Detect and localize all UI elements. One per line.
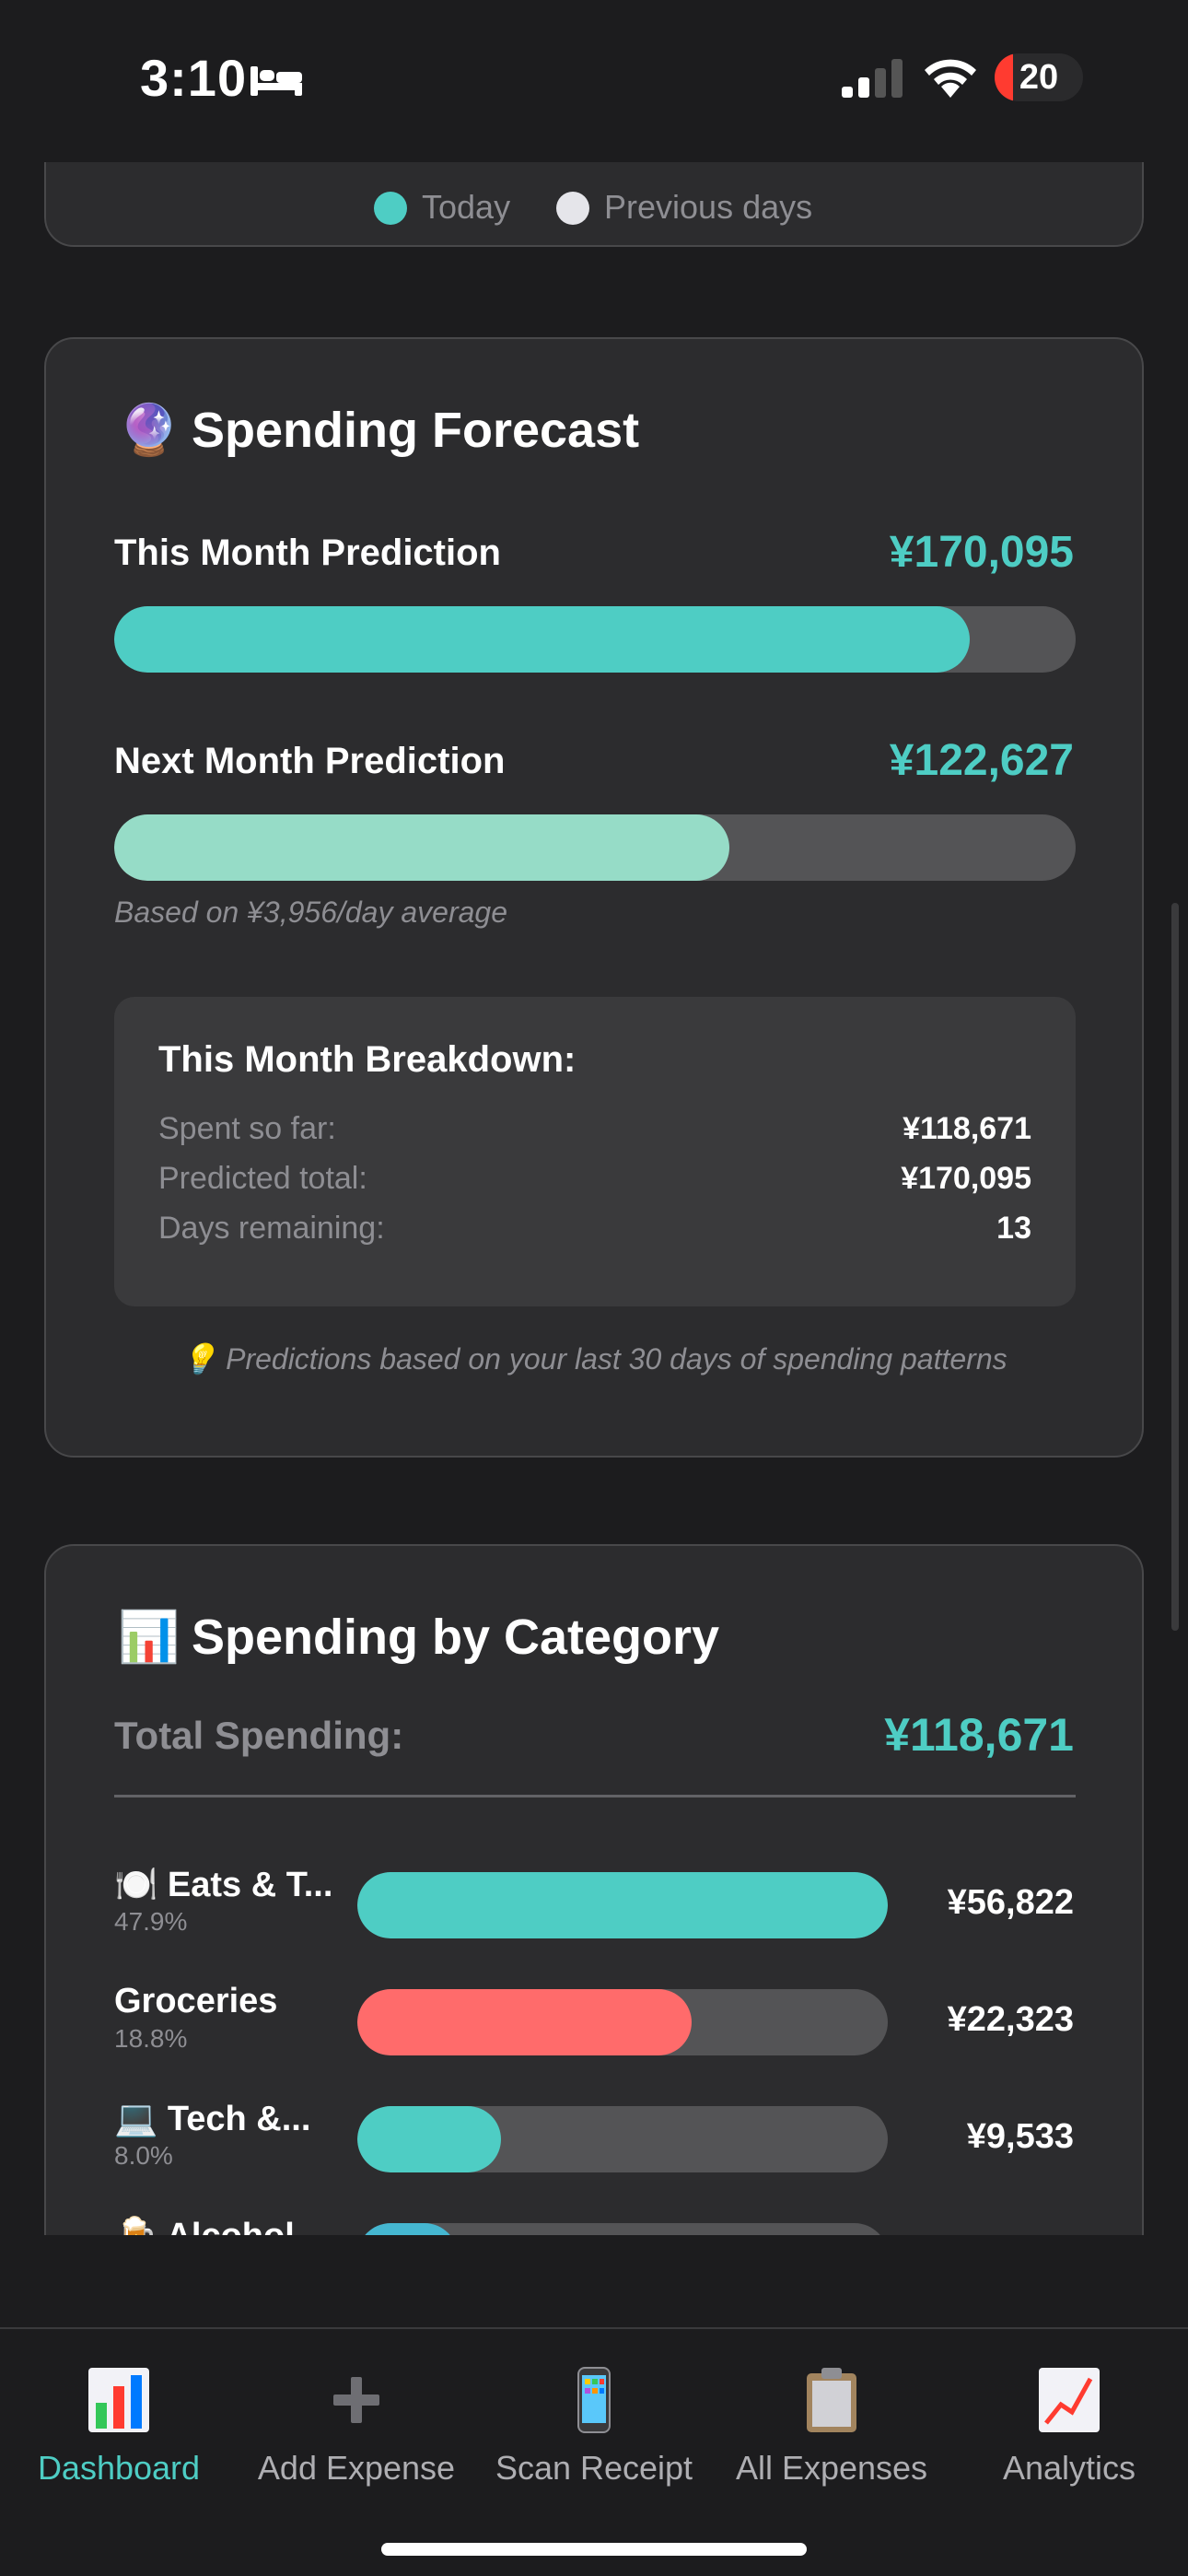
tab-scan-receipt[interactable]: Scan Receipt <box>475 2366 713 2532</box>
prediction-tip: 💡 Predictions based on your last 30 days… <box>181 1342 1007 1376</box>
battery-indicator: 20 <box>995 53 1083 101</box>
forecast-title: 🔮 Spending Forecast <box>118 402 639 460</box>
tab-all-expenses[interactable]: All Expenses <box>713 2366 950 2532</box>
next-month-progress-fill <box>114 814 730 881</box>
crystal-ball-icon: 🔮 <box>118 403 181 458</box>
category-amount: ¥22,323 <box>947 2000 1074 2039</box>
days-remaining-value: 13 <box>996 1211 1031 1246</box>
category-title: 📊 Spending by Category <box>118 1609 719 1667</box>
category-percent: 47.9% <box>114 1907 188 1936</box>
category-row-tech[interactable]: 💻 Tech &... 8.0% ¥9,533 <box>46 2099 1142 2182</box>
days-remaining-label: Days remaining: <box>158 1211 385 1246</box>
category-bar-fill <box>357 1872 888 1938</box>
status-bar: 3:10 20 <box>0 0 1188 162</box>
category-bar-fill <box>357 2106 501 2172</box>
category-name: 💻 Tech &... <box>114 2100 311 2138</box>
category-row-eats[interactable]: 🍽️ Eats & T... 47.9% ¥56,822 <box>46 1865 1142 1948</box>
this-month-progress-fill <box>114 606 971 673</box>
clipboard-icon <box>807 2368 856 2432</box>
category-bar <box>357 1872 888 1938</box>
status-time: 3:10 <box>140 49 248 107</box>
category-bar <box>357 2106 888 2172</box>
tab-label: Analytics <box>1002 2449 1136 2487</box>
legend-previous-label: Previous days <box>604 188 813 226</box>
battery-percentage: 20 <box>1019 58 1059 97</box>
tab-analytics[interactable]: Analytics <box>950 2366 1188 2532</box>
this-month-progress-bar <box>114 606 1076 673</box>
tab-label: Add Expense <box>257 2449 456 2487</box>
forecast-title-text: Spending Forecast <box>192 403 640 458</box>
category-name: 🍺 Alcohol <box>114 2216 295 2235</box>
sleep-bed-icon <box>250 66 302 96</box>
daily-spending-card: Today Previous days <box>44 162 1144 247</box>
category-name: Groceries <box>114 1982 278 2020</box>
bar-chart-emoji-icon: 📊 <box>118 1610 181 1665</box>
legend-today-dot <box>374 192 407 225</box>
total-spending-label: Total Spending: <box>114 1714 404 1757</box>
phone-icon <box>577 2367 611 2433</box>
plus-icon <box>333 2377 379 2423</box>
daily-average-note: Based on ¥3,956/day average <box>114 896 507 929</box>
breakdown-title: This Month Breakdown: <box>158 1039 577 1080</box>
category-bar <box>357 2223 888 2235</box>
category-bar <box>357 1989 888 2055</box>
next-month-prediction-value: ¥122,627 <box>889 736 1074 785</box>
tab-label: All Expenses <box>735 2449 928 2487</box>
home-indicator[interactable] <box>381 2543 807 2556</box>
category-bar-fill <box>357 1989 692 2055</box>
tab-dashboard[interactable]: Dashboard <box>0 2366 238 2532</box>
dashboard-scroll-view[interactable]: Today Previous days 🔮 Spending Forecast T… <box>0 162 1188 2235</box>
bottom-tab-bar: Dashboard Add Expense Scan Receipt All E… <box>0 2327 1188 2576</box>
trend-chart-icon <box>1039 2368 1100 2432</box>
category-amount: ¥9,533 <box>966 2117 1074 2156</box>
category-row-alcohol[interactable]: 🍺 Alcohol <box>46 2216 1142 2235</box>
category-title-text: Spending by Category <box>192 1610 720 1665</box>
cellular-signal-icon <box>842 59 903 98</box>
legend-today-label: Today <box>422 188 511 226</box>
predicted-total-value: ¥170,095 <box>901 1161 1031 1196</box>
this-month-prediction-value: ¥170,095 <box>889 528 1074 577</box>
month-breakdown-panel: This Month Breakdown: Spent so far: ¥118… <box>114 997 1076 1306</box>
spending-forecast-card: 🔮 Spending Forecast This Month Prediction… <box>44 337 1144 1458</box>
category-amount: ¥56,822 <box>947 1883 1074 1922</box>
legend-previous-dot <box>556 192 589 225</box>
total-divider <box>114 1795 1076 1797</box>
category-bar-fill <box>357 2223 459 2235</box>
predicted-total-label: Predicted total: <box>158 1161 367 1196</box>
tab-label: Scan Receipt <box>495 2449 693 2487</box>
next-month-prediction-label: Next Month Prediction <box>114 741 506 781</box>
tab-label: Dashboard <box>37 2449 201 2487</box>
spent-so-far-label: Spent so far: <box>158 1111 336 1146</box>
total-spending-value: ¥118,671 <box>884 1709 1074 1761</box>
tab-add-expense[interactable]: Add Expense <box>238 2366 475 2532</box>
category-name: 🍽️ Eats & T... <box>114 1866 333 1904</box>
this-month-prediction-label: This Month Prediction <box>114 533 501 573</box>
category-row-groceries[interactable]: Groceries 18.8% ¥22,323 <box>46 1982 1142 2065</box>
category-percent: 18.8% <box>114 2024 188 2053</box>
wifi-icon <box>925 59 976 98</box>
category-percent: 8.0% <box>114 2141 173 2170</box>
spending-by-category-card: 📊 Spending by Category Total Spending: ¥1… <box>44 1544 1144 2235</box>
chart-legend: Today Previous days <box>46 188 1142 228</box>
spent-so-far-value: ¥118,671 <box>903 1111 1031 1146</box>
bar-chart-icon <box>88 2368 149 2432</box>
next-month-progress-bar <box>114 814 1076 881</box>
